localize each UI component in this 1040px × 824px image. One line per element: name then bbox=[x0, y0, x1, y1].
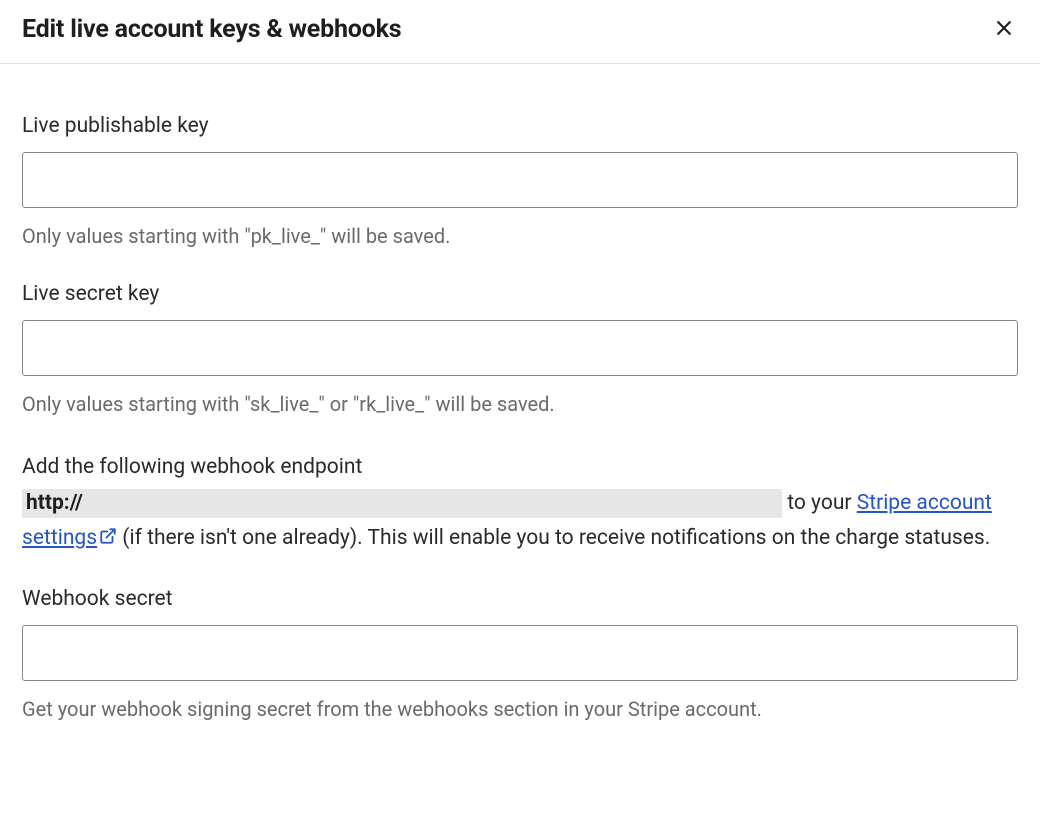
webhook-instructions-to-your: to your bbox=[782, 491, 857, 515]
webhook-instructions-intro: Add the following webhook endpoint bbox=[22, 455, 362, 479]
secret-key-helper: Only values starting with "sk_live_" or … bbox=[22, 392, 1018, 416]
webhook-url-box: http:// bbox=[22, 489, 782, 518]
modal-header: Edit live account keys & webhooks bbox=[0, 0, 1040, 64]
webhook-secret-helper: Get your webhook signing secret from the… bbox=[22, 697, 1018, 721]
webhook-url-prefix: http:// bbox=[26, 491, 83, 515]
edit-keys-modal: Edit live account keys & webhooks Live p… bbox=[0, 0, 1040, 824]
webhook-secret-group: Webhook secret Get your webhook signing … bbox=[22, 587, 1018, 721]
publishable-key-helper: Only values starting with "pk_live_" wil… bbox=[22, 224, 1018, 248]
close-button[interactable] bbox=[990, 14, 1018, 45]
secret-key-input[interactable] bbox=[22, 320, 1018, 376]
secret-key-label: Live secret key bbox=[22, 282, 1018, 306]
modal-body: Live publishable key Only values startin… bbox=[0, 64, 1040, 721]
webhook-secret-label: Webhook secret bbox=[22, 587, 1018, 611]
webhook-url-redacted bbox=[83, 493, 773, 513]
secret-key-group: Live secret key Only values starting wit… bbox=[22, 282, 1018, 416]
modal-title: Edit live account keys & webhooks bbox=[22, 15, 401, 44]
webhook-instructions-after-link: (if there isn't one already). This will … bbox=[117, 526, 990, 550]
publishable-key-group: Live publishable key Only values startin… bbox=[22, 114, 1018, 248]
external-link-icon bbox=[99, 522, 117, 558]
publishable-key-label: Live publishable key bbox=[22, 114, 1018, 138]
publishable-key-input[interactable] bbox=[22, 152, 1018, 208]
close-icon bbox=[994, 18, 1014, 41]
webhook-instructions: Add the following webhook endpoint http:… bbox=[22, 450, 1018, 557]
webhook-secret-input[interactable] bbox=[22, 625, 1018, 681]
